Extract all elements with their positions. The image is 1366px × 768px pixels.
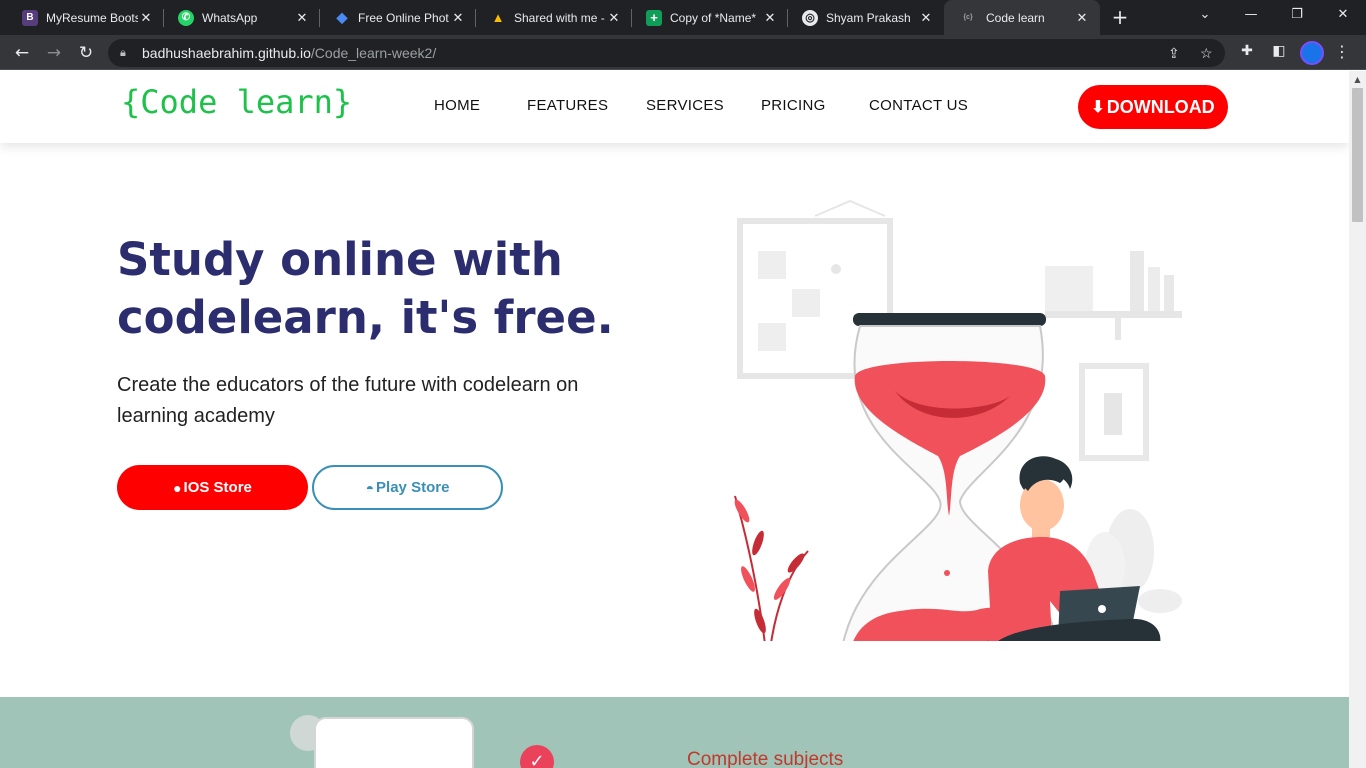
bootstrap-icon: B [22, 9, 38, 26]
close-tab-icon[interactable]: ✕ [762, 10, 778, 26]
extensions-icon[interactable]: ✚ [1237, 43, 1257, 59]
tab-title: Copy of *Name* [670, 10, 757, 25]
tab-title: Shared with me - [514, 10, 605, 25]
url-path: /Code_learn-week2/ [310, 45, 437, 61]
close-tab-icon[interactable]: ✕ [606, 10, 622, 26]
nav-pricing[interactable]: PRICING [761, 97, 826, 114]
share-icon[interactable]: ⇪ [1168, 39, 1180, 67]
tab-google-drive[interactable]: ▲ Shared with me - ✕ [476, 0, 632, 35]
tab-title: MyResume Boots [46, 10, 138, 25]
page-scrollbar[interactable]: ▲ [1349, 71, 1366, 768]
android-icon: ◓ [365, 479, 375, 496]
tab-title: Code learn [986, 10, 1045, 25]
reload-icon[interactable]: ↻ [72, 39, 100, 67]
forward-icon[interactable]: → [40, 39, 68, 67]
close-tab-icon[interactable]: ✕ [1074, 10, 1090, 26]
features-section: ✓ Complete subjects [0, 697, 1349, 768]
close-tab-icon[interactable]: ✕ [450, 10, 466, 26]
ios-store-label: IOS Store [183, 479, 252, 496]
close-tab-icon[interactable]: ✕ [138, 10, 154, 26]
download-icon: ⬇ [1091, 99, 1105, 116]
hero-title: Study online with codelearn, it's free. [117, 231, 677, 347]
address-bar[interactable]: 🔒︎ badhushaebrahim.github.io/Code_learn-… [108, 39, 1225, 67]
whatsapp-icon: ✆ [178, 9, 194, 26]
play-store-button[interactable]: ◓ Play Store [312, 465, 503, 510]
download-label: DOWNLOAD [1106, 96, 1215, 117]
tab-title: Shyam Prakash [826, 10, 911, 25]
new-tab-icon[interactable]: + [1109, 5, 1131, 29]
apple-icon: ● [173, 479, 182, 496]
scrollbar-thumb[interactable] [1352, 88, 1363, 222]
tab-whatsapp[interactable]: ✆ WhatsApp ✕ [164, 0, 320, 35]
close-window-icon[interactable]: ✕ [1320, 0, 1366, 30]
tab-photo-editor[interactable]: ◆ Free Online Phot ✕ [320, 0, 476, 35]
profile-avatar[interactable] [1300, 41, 1324, 65]
restore-icon[interactable]: ❐ [1274, 0, 1320, 30]
phone-illustration [314, 717, 474, 768]
bookmark-star-icon[interactable]: ☆ [1200, 39, 1213, 67]
features-heading: Complete subjects [687, 749, 844, 768]
google-drive-icon: ▲ [491, 10, 505, 25]
back-icon[interactable]: ← [8, 39, 36, 67]
tab-google-sheets[interactable]: + Copy of *Name* ✕ [632, 0, 788, 35]
side-panel-icon[interactable]: ◧ [1269, 43, 1289, 59]
tab-myresume[interactable]: B MyResume Boots ✕ [8, 0, 164, 35]
github-icon: ◎ [802, 9, 818, 26]
minimize-icon[interactable]: — [1228, 0, 1274, 30]
scroll-up-icon[interactable]: ▲ [1349, 71, 1366, 88]
hero-subtitle: Create the educators of the future with … [117, 374, 579, 427]
nav-services[interactable]: SERVICES [646, 97, 724, 114]
browser-toolbar: ← → ↻ 🔒︎ badhushaebrahim.github.io/Code_… [0, 35, 1366, 70]
hero-title-line-1: Study online with [117, 233, 563, 286]
check-icon: ✓ [520, 745, 554, 768]
ios-store-button[interactable]: ● IOS Store [117, 465, 308, 510]
code-learn-favicon-icon: {c} [963, 14, 973, 21]
page-viewport: {Code learn} HOME FEATURES SERVICES PRIC… [0, 71, 1349, 768]
tab-search-icon[interactable]: ⌄ [1182, 0, 1228, 30]
google-sheets-icon: + [646, 9, 662, 26]
nav-features[interactable]: FEATURES [527, 97, 608, 114]
site-header: {Code learn} HOME FEATURES SERVICES PRIC… [0, 71, 1349, 143]
url-host: badhushaebrahim.github.io [142, 45, 311, 61]
tab-github[interactable]: ◎ Shyam Prakash ✕ [788, 0, 944, 35]
diamond-icon: ◆ [336, 9, 348, 25]
menu-kebab-icon[interactable]: ⋮ [1334, 42, 1350, 61]
tab-code-learn[interactable]: {c} Code learn ✕ [944, 0, 1100, 35]
download-button[interactable]: ⬇ DOWNLOAD [1078, 85, 1228, 129]
hourglass-illustration [734, 199, 1182, 641]
close-tab-icon[interactable]: ✕ [918, 10, 934, 26]
browser-tab-strip: B MyResume Boots ✕ ✆ WhatsApp ✕ ◆ Free O… [0, 0, 1366, 35]
play-store-label: Play Store [376, 479, 450, 496]
lock-icon: 🔒︎ [120, 47, 126, 59]
nav-home[interactable]: HOME [434, 97, 480, 114]
hero-title-line-2: codelearn, it's free. [117, 291, 614, 344]
tab-title: Free Online Phot [358, 10, 449, 25]
close-tab-icon[interactable]: ✕ [294, 10, 310, 26]
tab-title: WhatsApp [202, 10, 258, 25]
site-logo[interactable]: {Code learn} [121, 83, 352, 121]
nav-contact-us[interactable]: CONTACT US [869, 97, 968, 114]
